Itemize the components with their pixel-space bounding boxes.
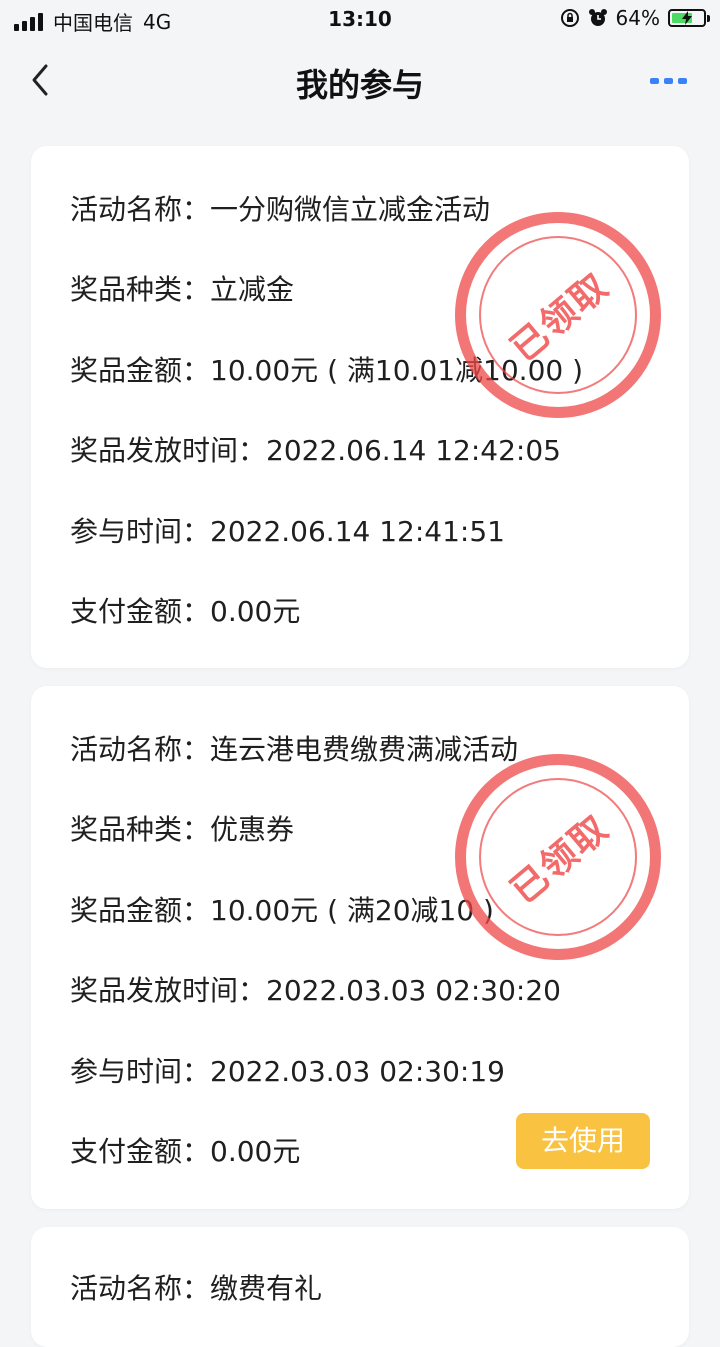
participation-card[interactable]: 活动名称：连云港电费缴费满减活动 奖品种类：优惠券 奖品金额：10.00元 ( … xyxy=(31,686,689,1209)
join-time-label: 参与时间： xyxy=(70,1055,211,1088)
issue-time-row: 奖品发放时间：2022.03.03 02:30:20 xyxy=(70,969,561,1009)
activity-name-row: 活动名称：连云港电费缴费满减活动 xyxy=(70,728,518,768)
prize-amount-value: 10.00元 ( 满20减10 ) xyxy=(210,894,494,927)
paid-amount-value: 0.00元 xyxy=(210,1135,301,1168)
paid-amount-row: 支付金额：0.00元 xyxy=(70,1130,300,1170)
prize-type-row: 奖品种类：立减金 xyxy=(70,268,294,308)
prize-type-value: 优惠券 xyxy=(210,813,295,846)
paid-amount-label: 支付金额： xyxy=(70,1135,211,1168)
join-time-value: 2022.06.14 12:41:51 xyxy=(210,515,505,548)
activity-name-label: 活动名称： xyxy=(70,193,211,226)
paid-amount-label: 支付金额： xyxy=(70,595,211,628)
activity-name-label: 活动名称： xyxy=(70,733,211,766)
activity-name-row: 活动名称：缴费有礼 xyxy=(70,1267,322,1307)
issue-time-label: 奖品发放时间： xyxy=(70,974,267,1007)
more-options-button[interactable] xyxy=(650,74,690,88)
issue-time-row: 奖品发放时间：2022.06.14 12:42:05 xyxy=(70,429,561,469)
prize-type-label: 奖品种类： xyxy=(70,273,211,306)
participation-card[interactable]: 活动名称：一分购微信立减金活动 奖品种类：立减金 奖品金额：10.00元 ( 满… xyxy=(31,146,689,668)
use-coupon-button[interactable]: 去使用 xyxy=(516,1113,650,1169)
prize-amount-row: 奖品金额：10.00元 ( 满20减10 ) xyxy=(70,889,494,929)
orientation-lock-icon xyxy=(560,9,579,27)
battery-percent: 64% xyxy=(615,6,660,30)
issue-time-value: 2022.06.14 12:42:05 xyxy=(266,434,561,467)
prize-type-label: 奖品种类： xyxy=(70,813,211,846)
join-time-label: 参与时间： xyxy=(70,515,211,548)
paid-amount-row: 支付金额：0.00元 xyxy=(70,590,300,630)
navigation-bar: 我的参与 xyxy=(0,40,720,124)
claimed-stamp: 已领取 xyxy=(455,212,661,418)
join-time-row: 参与时间：2022.03.03 02:30:19 xyxy=(70,1050,505,1090)
more-dots-icon xyxy=(650,78,659,84)
page-title: 我的参与 xyxy=(295,66,424,104)
participation-card[interactable]: 活动名称：缴费有礼 xyxy=(31,1227,689,1347)
claimed-stamp: 已领取 xyxy=(455,754,661,960)
prize-amount-label: 奖品金额： xyxy=(70,894,211,927)
activity-name-value: 缴费有礼 xyxy=(210,1272,323,1305)
join-time-value: 2022.03.03 02:30:19 xyxy=(210,1055,505,1088)
status-bar: 中国电信 4G 13:10 64% xyxy=(0,0,720,40)
activity-name-value: 一分购微信立减金活动 xyxy=(210,193,491,226)
activity-name-value: 连云港电费缴费满减活动 xyxy=(210,733,519,766)
prize-type-value: 立减金 xyxy=(210,273,295,306)
issue-time-value: 2022.03.03 02:30:20 xyxy=(266,974,561,1007)
prize-amount-label: 奖品金额： xyxy=(70,354,211,387)
activity-name-row: 活动名称：一分购微信立减金活动 xyxy=(70,188,490,228)
alarm-icon xyxy=(588,9,607,26)
join-time-row: 参与时间：2022.06.14 12:41:51 xyxy=(70,510,505,550)
activity-name-label: 活动名称： xyxy=(70,1272,211,1305)
paid-amount-value: 0.00元 xyxy=(210,595,301,628)
issue-time-label: 奖品发放时间： xyxy=(70,434,267,467)
prize-type-row: 奖品种类：优惠券 xyxy=(70,808,294,848)
battery-charging-icon xyxy=(668,9,710,27)
